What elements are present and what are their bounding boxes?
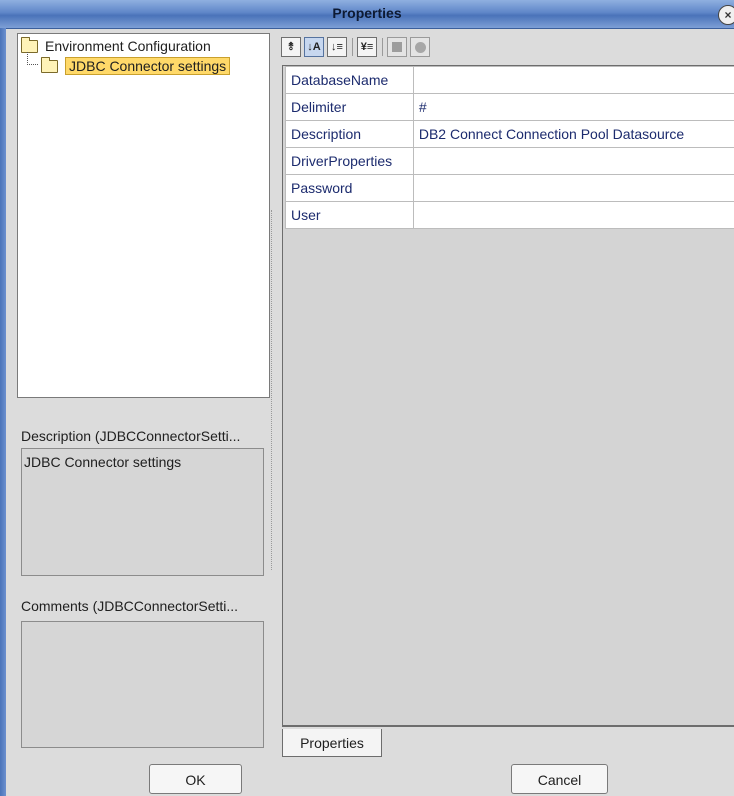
comments-box[interactable] [21,621,264,748]
tree-item-environment-configuration[interactable]: Environment Configuration [21,36,211,56]
toolbar-separator [352,38,353,56]
filter-icon[interactable]: ¥≡ [357,37,377,57]
comments-label: Comments (JDBCConnectorSetti... [21,598,239,614]
title-bar: Properties × [0,0,734,29]
property-sheet: DatabaseName Delimiter # Description DB2… [282,65,734,727]
property-value[interactable] [412,174,734,202]
property-value[interactable] [412,66,734,94]
property-name: User [285,201,414,229]
property-value[interactable]: # [412,93,734,121]
property-name: Password [285,174,414,202]
help-icon[interactable] [410,37,430,57]
window-title: Properties [332,5,402,21]
tree-item-label: Environment Configuration [45,38,211,54]
folder-icon [21,36,38,53]
property-value[interactable]: DB2 Connect Connection Pool Datasource [412,120,734,148]
ok-button[interactable]: OK [149,764,242,794]
configuration-tree[interactable]: Environment Configuration JDBC Connector… [17,33,270,398]
description-box[interactable]: JDBC Connector settings [21,448,264,576]
help-circle-glyph [414,41,426,53]
panel-splitter[interactable] [271,210,276,570]
table-row[interactable]: Delimiter # [285,93,734,121]
property-name: DatabaseName [285,66,414,94]
property-toolbar: ⥉ ↓A ↓≡ ¥≡ [281,36,433,58]
property-table: DatabaseName Delimiter # Description DB2… [285,66,734,229]
tree-connector-line [27,52,38,65]
table-row[interactable]: DatabaseName [285,66,734,94]
table-row[interactable]: Password [285,174,734,202]
property-name: Delimiter [285,93,414,121]
page-square-glyph [392,42,402,52]
description-label: Description (JDBCConnectorSetti... [21,428,241,444]
properties-page-icon[interactable] [387,37,407,57]
description-text: JDBC Connector settings [24,454,182,470]
toolbar-separator [382,38,383,56]
cancel-button[interactable]: Cancel [511,764,608,794]
property-name: Description [285,120,414,148]
sort-categorized-icon[interactable]: ↓≡ [327,37,347,57]
tab-properties[interactable]: Properties [282,729,382,757]
tree-item-jdbc-connector-settings[interactable]: JDBC Connector settings [41,56,231,76]
table-row[interactable]: Description DB2 Connect Connection Pool … [285,120,734,148]
property-value[interactable] [412,147,734,175]
tree-item-label: JDBC Connector settings [65,57,231,75]
table-row[interactable]: User [285,201,734,229]
table-row[interactable]: DriverProperties [285,147,734,175]
tab-strip [282,725,734,726]
property-value[interactable] [412,201,734,229]
window-border [0,28,6,796]
folder-icon [41,56,58,73]
sort-alphabetical-icon[interactable]: ↓A [304,37,324,57]
close-icon[interactable]: × [718,5,734,25]
expand-all-icon[interactable]: ⥉ [281,37,301,57]
property-name: DriverProperties [285,147,414,175]
